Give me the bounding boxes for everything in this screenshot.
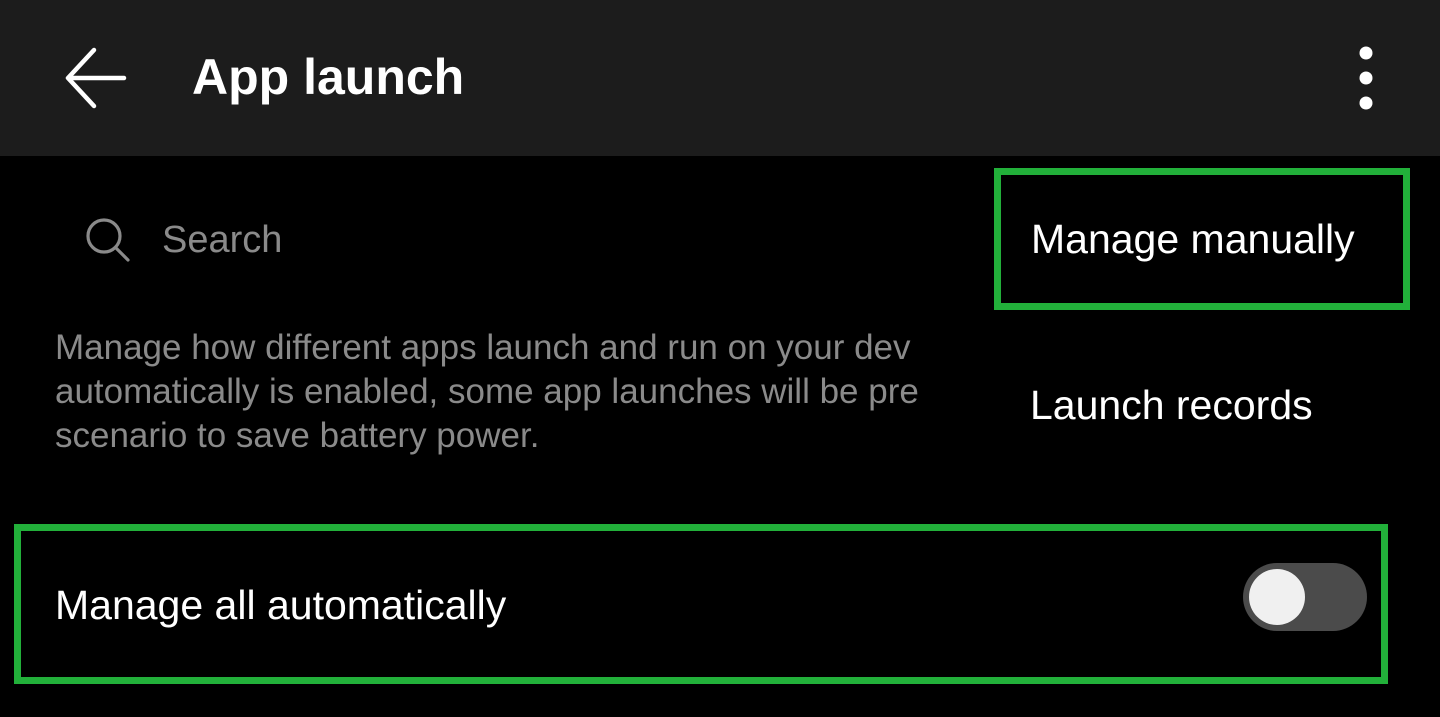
manage-all-automatically-row[interactable]: Manage all automatically (14, 524, 1388, 684)
page-title: App launch (192, 49, 465, 105)
arrow-left-icon (65, 47, 127, 109)
search-icon (80, 212, 136, 268)
manage-all-automatically-toggle[interactable] (1243, 563, 1367, 631)
menu-item-launch-records[interactable]: Launch records (994, 334, 1410, 476)
overflow-menu: Manage manually Launch records (994, 168, 1410, 488)
more-options-button[interactable] (1326, 30, 1406, 126)
manage-all-automatically-label: Manage all automatically (55, 582, 507, 628)
back-button[interactable] (48, 30, 144, 126)
toggle-knob (1249, 569, 1305, 625)
menu-item-label: Manage manually (1031, 215, 1355, 262)
menu-item-manage-manually[interactable]: Manage manually (994, 168, 1410, 310)
menu-item-label: Launch records (1030, 381, 1313, 428)
search-input[interactable] (162, 218, 862, 262)
description-text: Manage how different apps launch and run… (55, 328, 919, 455)
more-vertical-icon (1359, 46, 1373, 110)
app-bar: App launch (0, 0, 1440, 156)
search-bar[interactable] (80, 204, 980, 276)
